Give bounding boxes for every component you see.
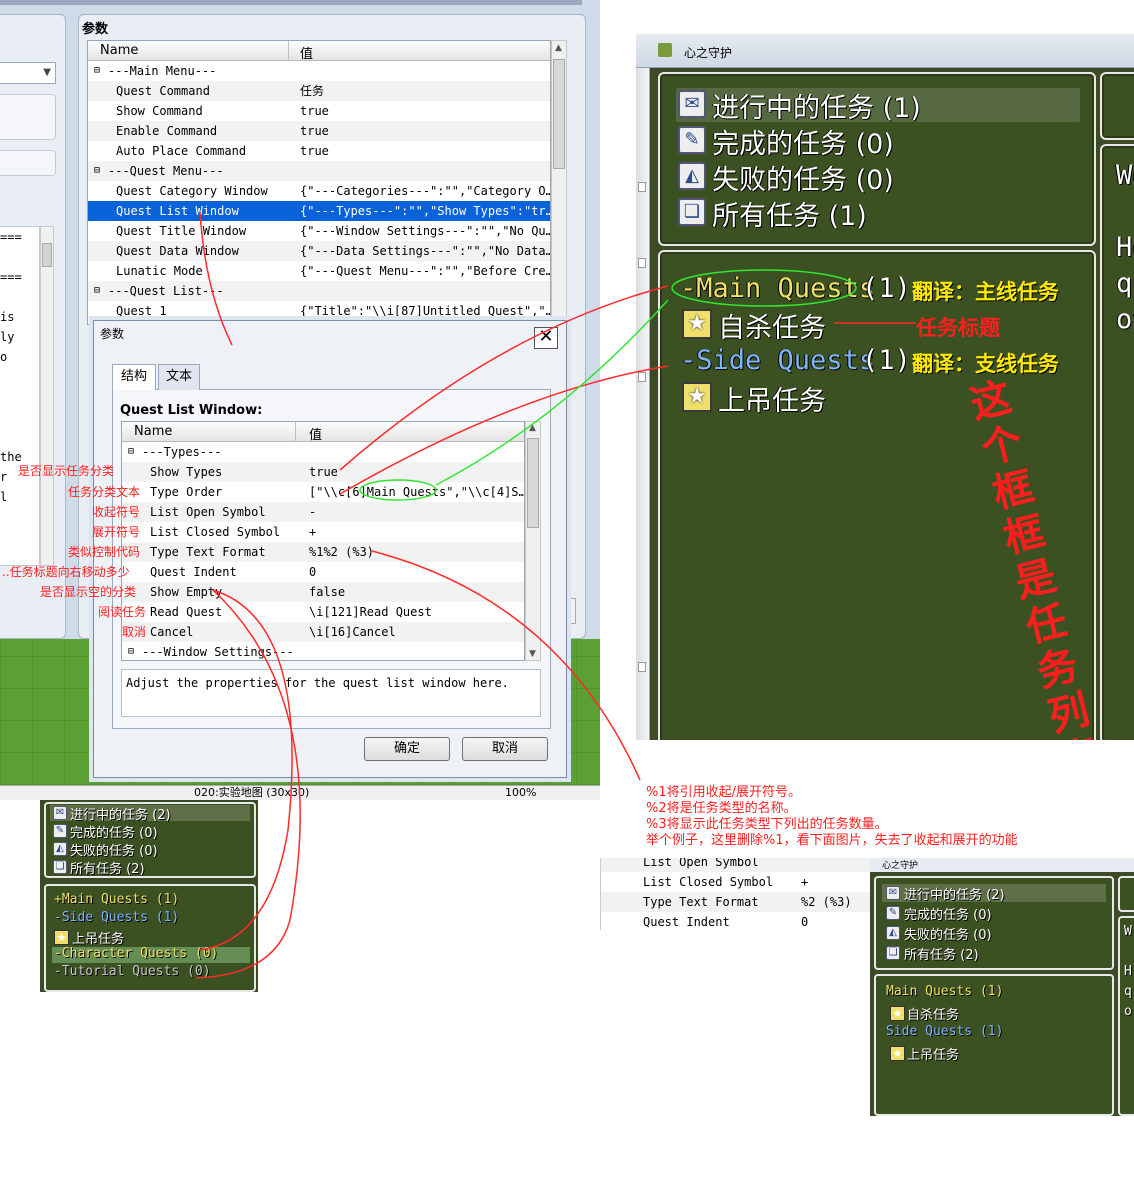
main-quests-highlight	[671, 269, 857, 307]
annotation-arrows	[195, 211, 916, 979]
type-order-highlight	[359, 479, 437, 501]
arrow-selected-row	[199, 211, 233, 346]
arrow-show-types	[339, 285, 669, 471]
arrow-show-empty-2	[195, 589, 301, 979]
arrow-show-empty-1	[199, 589, 293, 951]
arrow-text-format	[371, 550, 641, 781]
